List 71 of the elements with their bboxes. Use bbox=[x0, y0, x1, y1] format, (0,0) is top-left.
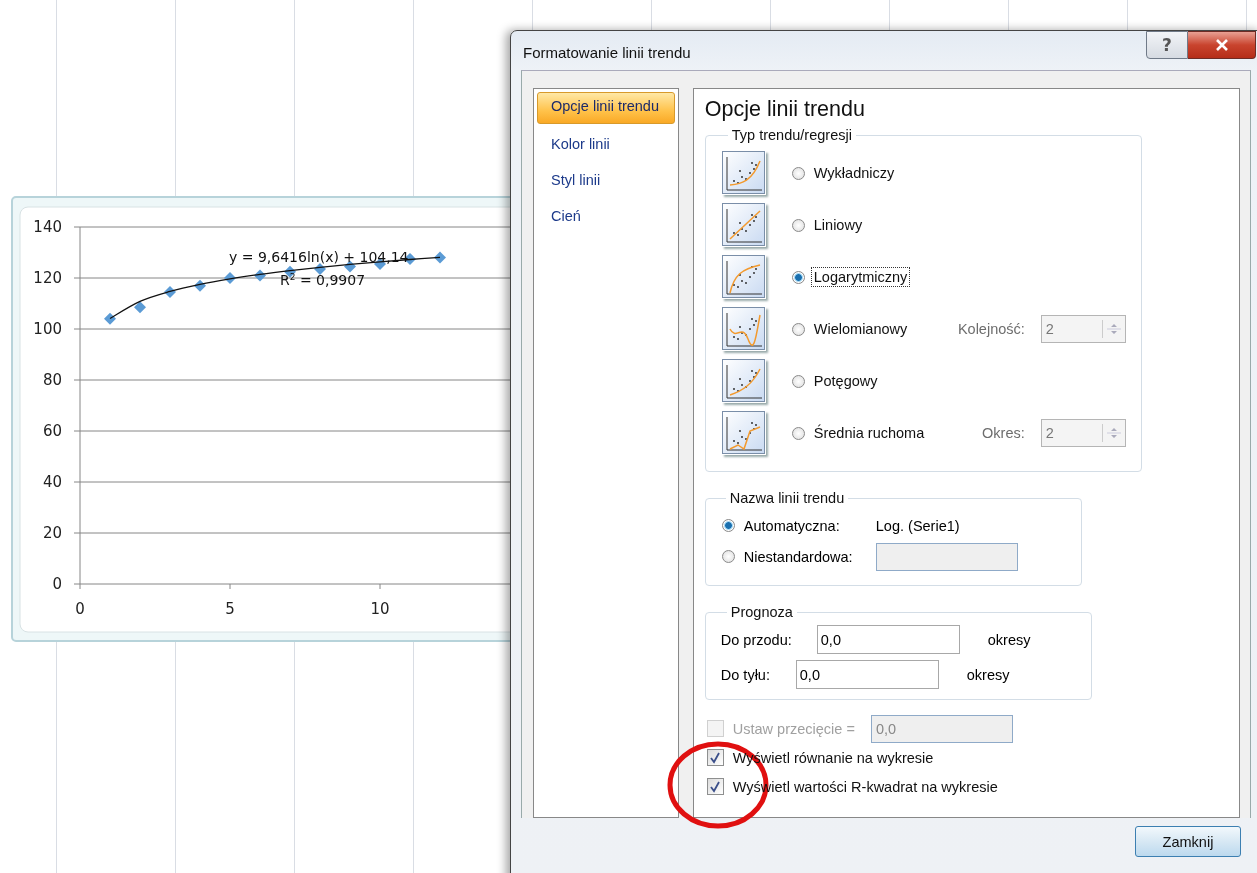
radio-label[interactable]: Logarytmiczny bbox=[810, 267, 911, 287]
equation-label[interactable]: R$^{2}$ = 0,9907 bbox=[280, 272, 366, 288]
y-tick-label: 120 bbox=[33, 269, 62, 287]
y-tick-label: 100 bbox=[33, 320, 62, 338]
data-point[interactable] bbox=[224, 272, 236, 284]
field-label: Do tyłu: bbox=[720, 666, 771, 683]
trend-chart-icon bbox=[721, 203, 766, 247]
radio-label[interactable]: Niestandardowa: bbox=[743, 548, 876, 565]
data-point[interactable] bbox=[314, 263, 326, 276]
equation-label[interactable]: y = 9,6416ln(x) + 104,14 bbox=[229, 249, 409, 265]
y-tick-label: 0 bbox=[52, 575, 62, 593]
nav-item[interactable]: Cień bbox=[537, 202, 675, 238]
data-point[interactable] bbox=[344, 260, 356, 273]
window-title: Formatowanie linii trendu bbox=[523, 44, 691, 61]
trend-name-value: Log. (Serie1) bbox=[875, 517, 960, 534]
radio-button[interactable] bbox=[721, 519, 735, 532]
checkbox[interactable] bbox=[706, 749, 724, 766]
help-button[interactable]: ? bbox=[1146, 31, 1188, 59]
field-label: Do przodu: bbox=[720, 631, 793, 648]
data-point[interactable] bbox=[134, 301, 146, 314]
trend-chart-icon bbox=[721, 151, 766, 195]
radio-label[interactable]: Wykładniczy bbox=[810, 163, 898, 183]
x-tick-label: 0 bbox=[75, 600, 85, 618]
radio-label[interactable]: Automatyczna: bbox=[743, 517, 876, 534]
check-icon bbox=[709, 751, 722, 764]
section-heading: Opcje linii trendu bbox=[704, 97, 866, 123]
scatter-chart[interactable]: 0 20 40 60 80 100 120 140 0 5 10 y = 9,6416ln(x) + 104,14 R$^{2}$ = 0,9907 bbox=[0, 190, 515, 645]
radio-button[interactable] bbox=[791, 218, 805, 232]
radio-label[interactable]: Średnia ruchoma bbox=[810, 423, 928, 443]
close-button[interactable] bbox=[1188, 31, 1256, 59]
data-point[interactable] bbox=[164, 286, 176, 299]
data-point[interactable] bbox=[254, 269, 266, 282]
input-field[interactable]: 0,0 bbox=[816, 625, 960, 654]
trend-chart-icon bbox=[721, 307, 766, 351]
nav-item[interactable]: Styl linii bbox=[537, 166, 675, 202]
nav-item[interactable]: Opcje linii trendu bbox=[537, 92, 675, 124]
radio-label[interactable]: Liniowy bbox=[810, 215, 866, 235]
unit-label: okresy bbox=[987, 631, 1031, 648]
radio-button[interactable] bbox=[791, 270, 805, 284]
x-tick-label: 10 bbox=[370, 600, 390, 618]
group-title: Prognoza bbox=[729, 604, 794, 620]
close-dialog-button[interactable]: Zamknij bbox=[1135, 826, 1241, 857]
radio-button[interactable] bbox=[791, 166, 805, 180]
y-tick-label: 140 bbox=[33, 218, 62, 236]
param-label: Kolejność: bbox=[957, 321, 1025, 337]
nav-item[interactable]: Kolor linii bbox=[537, 130, 675, 166]
data-point[interactable] bbox=[434, 251, 446, 264]
radio-button[interactable] bbox=[791, 426, 805, 440]
trend-chart-icon bbox=[721, 359, 766, 403]
x-tick-label: 5 bbox=[225, 600, 235, 618]
trend-chart-icon bbox=[721, 411, 766, 455]
radio-button[interactable] bbox=[791, 374, 805, 388]
group-title: Typ trendu/regresji bbox=[730, 127, 853, 143]
radio-label[interactable]: Wielomianowy bbox=[810, 319, 911, 339]
y-tick-label: 60 bbox=[42, 422, 62, 440]
unit-label: okresy bbox=[966, 666, 1010, 683]
trend-chart-icon bbox=[721, 255, 766, 299]
radio-button[interactable] bbox=[721, 550, 735, 563]
param-label: Okres: bbox=[982, 425, 1025, 441]
input-field[interactable]: 0,0 bbox=[795, 660, 939, 689]
data-point[interactable] bbox=[194, 279, 206, 292]
radio-label[interactable]: Potęgowy bbox=[810, 371, 881, 391]
y-tick-label: 20 bbox=[42, 524, 62, 542]
y-tick-label: 80 bbox=[42, 371, 62, 389]
data-point[interactable] bbox=[104, 312, 116, 325]
check-icon bbox=[709, 780, 722, 793]
checkbox[interactable] bbox=[706, 778, 724, 795]
y-tick-label: 40 bbox=[42, 473, 62, 491]
group-title: Nazwa linii trendu bbox=[728, 490, 846, 506]
close-icon bbox=[1213, 39, 1230, 51]
radio-button[interactable] bbox=[791, 322, 805, 336]
